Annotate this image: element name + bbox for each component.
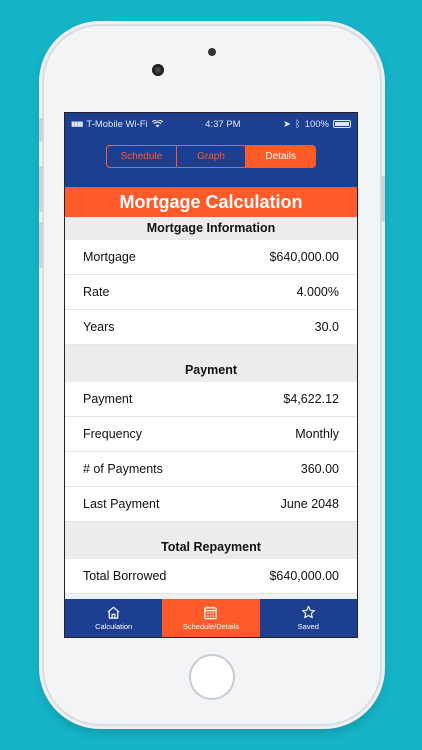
tab-schedule-details[interactable]: Schedule/Details <box>162 599 260 637</box>
row-value: 4.000% <box>296 285 339 299</box>
number-of-payments-row: # of Payments 360.00 <box>65 452 357 487</box>
row-value: 30.0 <box>314 320 339 334</box>
row-label: Total Borrowed <box>83 569 167 583</box>
volume-down-button <box>39 222 43 268</box>
wifi-icon <box>151 120 163 128</box>
power-button <box>381 176 385 222</box>
status-bar: ▮▮▮▮ T-Mobile Wi-Fi 4:37 PM ➤ ᛒ 100% <box>65 113 357 135</box>
row-label: Years <box>83 320 115 334</box>
row-label: Payment <box>83 392 133 406</box>
mute-switch <box>39 118 43 142</box>
total-repayment-section: Total Repayment Total Borrowed $640,000.… <box>65 536 357 594</box>
section-heading: Payment <box>65 359 357 382</box>
tab-label: Schedule/Details <box>182 622 240 631</box>
frequency-row: Frequency Monthly <box>65 417 357 452</box>
tab-label: Saved <box>297 622 319 631</box>
battery-label: 100% <box>304 118 329 130</box>
volume-up-button <box>39 166 43 212</box>
home-icon <box>107 606 120 619</box>
tab-calculation[interactable]: Calculation <box>65 599 162 637</box>
row-value: 360.00 <box>300 462 339 476</box>
years-row: Years 30.0 <box>65 310 357 345</box>
row-label: Frequency <box>83 427 143 441</box>
star-icon <box>301 605 315 619</box>
tab-label: Calculation <box>95 622 133 631</box>
battery-icon <box>333 120 351 128</box>
location-icon: ➤ <box>283 118 291 130</box>
mortgage-information-section: Mortgage Information Mortgage $640,000.0… <box>65 217 357 345</box>
section-divider <box>65 522 357 536</box>
page-title: Mortgage Calculation <box>65 187 357 217</box>
segment-details[interactable]: Details <box>246 145 315 167</box>
segment-graph[interactable]: Graph <box>177 145 247 167</box>
navigation-bar: Schedule Graph Details <box>65 135 357 187</box>
front-camera <box>152 64 164 76</box>
row-value: June 2048 <box>280 497 339 511</box>
mortgage-row: Mortgage $640,000.00 <box>65 240 357 275</box>
speaker <box>208 48 216 56</box>
row-label: Rate <box>83 285 110 299</box>
section-heading: Mortgage Information <box>65 217 357 240</box>
calendar-icon <box>204 606 218 620</box>
carrier-label: T-Mobile Wi-Fi <box>86 118 148 130</box>
row-value: $4,622.12 <box>283 392 339 406</box>
rate-row: Rate 4.000% <box>65 275 357 310</box>
row-value: Monthly <box>295 427 339 441</box>
signal-icon: ▮▮▮▮ <box>71 121 83 128</box>
section-divider <box>65 345 357 359</box>
app-screen: ▮▮▮▮ T-Mobile Wi-Fi 4:37 PM ➤ ᛒ 100% Sch… <box>64 112 358 638</box>
row-label: Last Payment <box>83 497 160 511</box>
home-button[interactable] <box>189 654 235 700</box>
segment-schedule[interactable]: Schedule <box>107 145 177 167</box>
last-payment-row: Last Payment June 2048 <box>65 487 357 522</box>
bluetooth-icon: ᛒ <box>294 118 301 130</box>
payment-row: Payment $4,622.12 <box>65 382 357 417</box>
row-label: # of Payments <box>83 462 163 476</box>
tab-saved[interactable]: Saved <box>260 599 357 637</box>
payment-section: Payment Payment $4,622.12 Frequency Mont… <box>65 359 357 522</box>
section-heading: Total Repayment <box>65 536 357 559</box>
total-borrowed-row: Total Borrowed $640,000.00 <box>65 559 357 594</box>
clock: 4:37 PM <box>205 118 241 130</box>
row-label: Mortgage <box>83 250 136 264</box>
row-value: $640,000.00 <box>269 250 339 264</box>
tab-bar: Calculation Schedule/Details Saved <box>65 599 357 637</box>
row-value: $640,000.00 <box>269 569 339 583</box>
segmented-control: Schedule Graph Details <box>106 144 316 168</box>
